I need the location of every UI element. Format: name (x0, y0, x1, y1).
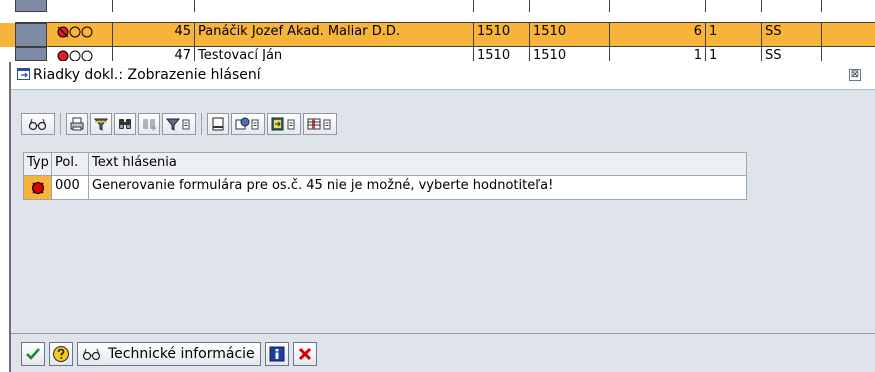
close-button[interactable]: ⊠ (849, 69, 861, 81)
dialog-window-icon (17, 68, 30, 80)
spreadsheet-icon (235, 117, 259, 130)
message-log-dialog: Riadky dokl.: Zobrazenie hlásení ⊠ Typ P… (9, 62, 875, 372)
cell (530, 0, 610, 12)
column-header-message-text[interactable]: Text hlásenia (89, 152, 747, 176)
info-icon (269, 346, 285, 362)
column-header-position[interactable]: Pol. (52, 152, 89, 176)
info-button[interactable] (264, 342, 289, 366)
message-text: Generovanie formulára pre os.č. 45 nie j… (89, 176, 747, 200)
background-row-partial[interactable]: 47 Testovací Ján 1510 1510 1 1 SS (0, 47, 875, 61)
find-icon (119, 119, 131, 129)
cell (610, 0, 706, 12)
cell (762, 0, 822, 12)
traffic-light-red-icon (57, 50, 93, 61)
find-next-icon (143, 119, 156, 131)
export-button[interactable] (267, 113, 301, 135)
row-selector[interactable] (15, 23, 47, 47)
layout-button[interactable] (303, 113, 337, 135)
checkmark-icon (26, 348, 40, 360)
message-table: Typ Pol. Text hlásenia 000 Generovanie f… (23, 152, 747, 200)
cell-4: 1 (706, 23, 762, 47)
glasses-icon (28, 118, 47, 131)
cell (474, 0, 530, 12)
glasses-icon (82, 348, 101, 361)
technical-details-button[interactable] (21, 113, 55, 135)
layout-icon (307, 118, 331, 130)
employee-name: Panáčik Jozef Akad. Maliar D.D. (195, 23, 474, 47)
row-selector[interactable] (15, 47, 47, 61)
set-filter-button[interactable] (162, 113, 196, 135)
dialog-titlebar[interactable]: Riadky dokl.: Zobrazenie hlásení ⊠ (11, 62, 875, 90)
error-light-icon (31, 181, 44, 194)
status-lights-cell (47, 23, 113, 47)
filter-button[interactable] (90, 113, 112, 135)
employee-number: 47 (113, 47, 195, 61)
help-button[interactable] (49, 342, 73, 366)
cell-5: SS (762, 47, 822, 61)
cell-1: 1510 (474, 23, 530, 47)
continue-button[interactable] (21, 342, 45, 366)
find-button[interactable] (114, 113, 136, 135)
message-position: 000 (52, 176, 89, 200)
status-lights-cell (47, 47, 113, 61)
background-row-selected[interactable]: 45 Panáčik Jozef Akad. Maliar D.D. 1510 … (0, 23, 875, 47)
cell (113, 0, 195, 12)
cancel-button[interactable] (292, 342, 317, 366)
export-icon (271, 117, 295, 131)
technical-information-label: Technické informácie (108, 346, 255, 362)
background-row-top (0, 0, 875, 12)
dialog-toolbar (21, 108, 339, 140)
cell-3: 6 (610, 23, 706, 47)
print-icon (70, 117, 84, 131)
print-button[interactable] (66, 113, 88, 135)
help-icon (53, 346, 69, 362)
find-next-button[interactable] (138, 113, 160, 135)
employee-name: Testovací Ján (195, 47, 474, 61)
cell-2: 1510 (530, 47, 610, 61)
employee-number: 45 (113, 23, 195, 47)
set-filter-icon (166, 118, 190, 131)
message-type-cell (23, 176, 52, 200)
background-list: 45 Panáčik Jozef Akad. Maliar D.D. 1510 … (0, 0, 875, 61)
cell (706, 0, 762, 12)
dialog-title: Riadky dokl.: Zobrazenie hlásení (33, 67, 261, 83)
print-preview-button[interactable] (207, 113, 229, 135)
column-header-type[interactable]: Typ (23, 152, 52, 176)
cancel-icon (298, 347, 311, 361)
table-row[interactable]: 000 Generovanie formulára pre os.č. 45 n… (23, 176, 747, 200)
table-header: Typ Pol. Text hlásenia (23, 152, 747, 176)
divider (11, 333, 875, 334)
cell-1: 1510 (474, 47, 530, 61)
traffic-light-red-icon (57, 26, 93, 37)
filter-icon (93, 118, 109, 131)
cell-5: SS (762, 23, 822, 47)
cell-3: 1 (610, 47, 706, 61)
spreadsheet-export-button[interactable] (231, 113, 265, 135)
print-preview-icon (212, 117, 224, 131)
toolbar-separator (201, 113, 202, 135)
toolbar-separator (60, 113, 61, 135)
cell-4: 1 (706, 47, 762, 61)
cell (195, 0, 474, 12)
status-cell (47, 0, 113, 12)
row-selector[interactable] (15, 0, 47, 12)
technical-information-button[interactable]: Technické informácie (77, 342, 261, 366)
cell-2: 1510 (530, 23, 610, 47)
dialog-footer: Technické informácie (21, 341, 321, 367)
